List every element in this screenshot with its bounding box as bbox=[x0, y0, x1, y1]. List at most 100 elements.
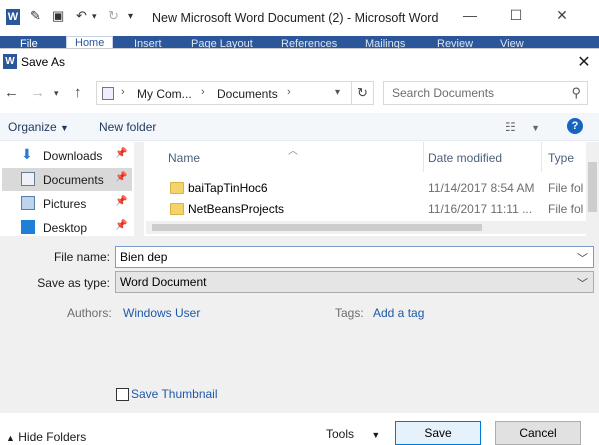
file-name-input[interactable] bbox=[120, 250, 560, 264]
save-thumbnail-checkbox[interactable] bbox=[116, 388, 129, 401]
column-header-type[interactable]: Type bbox=[542, 142, 586, 172]
chevron-up-icon: ▲ bbox=[6, 433, 15, 443]
dialog-title-bar: W Save As ✕ bbox=[0, 49, 599, 75]
dialog-close-icon[interactable]: ✕ bbox=[574, 52, 594, 72]
file-name: baiTapTinHoc6 bbox=[188, 181, 268, 195]
authors-label: Authors: bbox=[67, 306, 112, 320]
folder-icon bbox=[170, 182, 184, 194]
file-list-vertical-scrollbar[interactable] bbox=[586, 142, 599, 236]
quick-access-brush-icon[interactable]: ✎ bbox=[30, 8, 41, 24]
file-row[interactable]: NetBeansProjects 11/16/2017 11:11 ... Fi… bbox=[146, 199, 586, 220]
maximize-icon[interactable]: ☐ bbox=[506, 7, 526, 24]
pin-icon[interactable]: 📌 bbox=[115, 148, 127, 159]
customize-qa-icon[interactable]: ▾ bbox=[128, 11, 133, 22]
undo-dropdown-icon[interactable]: ▾ bbox=[92, 11, 97, 22]
save-button[interactable]: Save bbox=[395, 421, 481, 445]
desktop-icon bbox=[21, 220, 35, 234]
nav-item-label: Documents bbox=[43, 173, 104, 187]
nav-item-desktop[interactable]: Desktop 📌 bbox=[2, 216, 132, 236]
file-type: File fol bbox=[548, 181, 584, 195]
tools-label: Tools bbox=[326, 427, 355, 441]
chevron-down-icon[interactable]: ▼ bbox=[531, 123, 540, 133]
nav-item-label: Desktop bbox=[43, 221, 88, 235]
help-icon[interactable]: ? bbox=[567, 118, 583, 134]
address-dropdown-icon[interactable]: ▾ bbox=[335, 87, 340, 98]
chevron-down-icon[interactable]: ﹀ bbox=[577, 250, 588, 266]
save-as-dialog: W Save As ✕ ← → ▾ ↑ › My Com... › Docume… bbox=[0, 48, 599, 445]
file-type: File fol bbox=[548, 202, 584, 216]
add-tag-link[interactable]: Add a tag bbox=[373, 306, 424, 320]
minimize-icon[interactable]: — bbox=[460, 7, 480, 23]
file-list-horizontal-scrollbar[interactable] bbox=[146, 221, 586, 234]
word-doc-icon: W bbox=[3, 54, 17, 69]
navigation-pane: ⬇ Downloads 📌 Documents 📌 Pictures 📌 Des… bbox=[0, 142, 138, 236]
breadcrumb-separator-icon[interactable]: › bbox=[201, 86, 205, 98]
computer-icon bbox=[102, 87, 114, 100]
nav-pane-scrollbar[interactable] bbox=[134, 142, 144, 236]
nav-item-pictures[interactable]: Pictures 📌 bbox=[2, 192, 132, 215]
sort-ascending-icon: ︿ bbox=[288, 146, 298, 157]
cancel-button[interactable]: Cancel bbox=[495, 421, 581, 445]
word-close-icon[interactable]: ✕ bbox=[552, 7, 572, 24]
recent-locations-icon[interactable]: ▾ bbox=[54, 88, 59, 99]
save-disk-icon[interactable]: ▣ bbox=[52, 8, 64, 24]
save-form: File name: ﹀ Save as type: Word Document… bbox=[0, 236, 599, 445]
chevron-down-icon: ▼ bbox=[60, 123, 69, 133]
back-arrow-icon[interactable]: ← bbox=[4, 84, 19, 101]
chevron-down-icon: ▼ bbox=[371, 430, 381, 440]
column-name-label: Name bbox=[168, 151, 201, 165]
breadcrumb-my-computer[interactable]: My Com... bbox=[137, 87, 192, 101]
nav-item-downloads[interactable]: ⬇ Downloads 📌 bbox=[2, 144, 132, 167]
column-type-label: Type bbox=[548, 151, 575, 165]
file-date: 11/16/2017 11:11 ... bbox=[428, 202, 533, 216]
dialog-title: Save As bbox=[21, 55, 66, 69]
breadcrumb-separator-icon[interactable]: › bbox=[121, 86, 125, 98]
pin-icon[interactable]: 📌 bbox=[115, 196, 127, 207]
pin-icon[interactable]: 📌 bbox=[115, 172, 127, 183]
up-arrow-icon[interactable]: ↑ bbox=[74, 84, 82, 101]
save-thumbnail-label[interactable]: Save Thumbnail bbox=[131, 387, 218, 401]
scrollbar-thumb[interactable] bbox=[588, 162, 597, 212]
undo-icon[interactable]: ↶ bbox=[76, 8, 87, 24]
word-app-icon: W bbox=[6, 9, 20, 25]
navigation-row: ← → ▾ ↑ › My Com... › Documents › ▾ ↻ ⚲ bbox=[0, 79, 599, 107]
search-box[interactable]: ⚲ bbox=[383, 81, 588, 105]
tools-button[interactable]: Tools ▼ bbox=[326, 427, 380, 441]
breadcrumb-separator-icon[interactable]: › bbox=[287, 86, 291, 98]
change-view-icon[interactable]: ☷ ▼ bbox=[505, 120, 540, 134]
refresh-icon[interactable]: ↻ bbox=[352, 81, 374, 105]
nav-item-label: Pictures bbox=[43, 197, 87, 211]
redo-icon[interactable]: ↻ bbox=[108, 8, 119, 24]
breadcrumb-documents[interactable]: Documents bbox=[217, 87, 278, 101]
forward-arrow-icon[interactable]: → bbox=[30, 84, 45, 101]
word-window-title: New Microsoft Word Document (2) - Micros… bbox=[152, 11, 439, 25]
new-folder-button[interactable]: New folder bbox=[99, 120, 156, 134]
download-arrow-icon: ⬇ bbox=[21, 146, 33, 162]
file-row[interactable]: baiTapTinHoc6 11/14/2017 8:54 AM File fo… bbox=[146, 178, 586, 199]
pin-icon[interactable]: 📌 bbox=[115, 220, 127, 231]
nav-item-documents[interactable]: Documents 📌 bbox=[2, 168, 132, 191]
organize-button[interactable]: Organize ▼ bbox=[8, 120, 69, 134]
save-as-type-select[interactable]: Word Document ﹀ bbox=[115, 271, 594, 293]
documents-icon bbox=[21, 172, 35, 186]
pictures-icon bbox=[21, 196, 35, 210]
word-title-bar: W ✎ ▣ ↶ ▾ ↻ ▾ New Microsoft Word Documen… bbox=[0, 0, 599, 36]
column-date-label: Date modified bbox=[428, 151, 503, 165]
file-name: NetBeansProjects bbox=[188, 202, 285, 216]
authors-value[interactable]: Windows User bbox=[123, 306, 200, 320]
save-as-type-value: Word Document bbox=[120, 275, 207, 289]
search-icon: ⚲ bbox=[571, 85, 581, 100]
file-date: 11/14/2017 8:54 AM bbox=[428, 181, 535, 195]
command-bar: Organize ▼ New folder ☷ ▼ ? bbox=[0, 113, 599, 141]
chevron-down-icon[interactable]: ﹀ bbox=[577, 275, 588, 291]
tags-label: Tags: bbox=[335, 306, 364, 320]
column-header-date[interactable]: Date modified bbox=[422, 142, 542, 172]
hide-folders-button[interactable]: ▲ Hide Folders bbox=[6, 430, 86, 444]
search-input[interactable] bbox=[392, 86, 562, 100]
scrollbar-thumb[interactable] bbox=[152, 224, 482, 231]
folder-icon bbox=[170, 203, 184, 215]
address-bar[interactable]: › My Com... › Documents › ▾ bbox=[96, 81, 352, 105]
nav-item-label: Downloads bbox=[43, 149, 103, 163]
file-name-field[interactable]: ﹀ bbox=[115, 246, 594, 268]
save-as-type-label: Save as type: bbox=[37, 276, 110, 290]
